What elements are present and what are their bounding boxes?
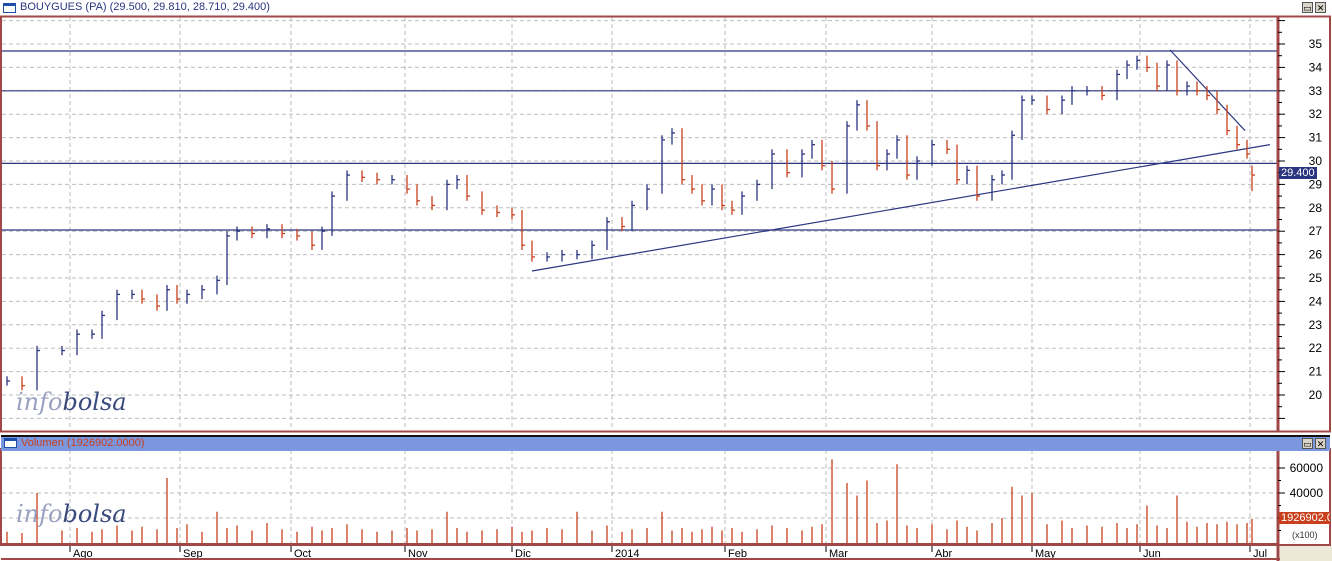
price-axis-label: 33: [1309, 84, 1323, 98]
chart-background: [0, 16, 1332, 561]
current-volume-badge: 1926902.0: [1279, 512, 1330, 524]
chart-canvas: Ago Sep Oct Nov Dic 2014 Feb Mar Abr May Jun Jul202…: [0, 15, 1332, 561]
infobolsa-logo: infobolsa: [16, 388, 127, 416]
price-axis-label: 25: [1309, 271, 1323, 285]
price-axis-label: 32: [1309, 107, 1323, 121]
current-price-badge: 29.400: [1279, 167, 1317, 179]
volume-axis-label: 60000: [1290, 461, 1324, 475]
price-axis-label: 24: [1309, 294, 1323, 308]
volume-title: Volumen (1926902.0000): [21, 437, 145, 449]
volume-axis-label: 40000: [1290, 486, 1324, 500]
volume-unit: (x100): [1292, 530, 1318, 540]
infobolsa-logo-volume: infobolsa: [16, 500, 127, 528]
volume-maximize-button[interactable]: ▭: [1302, 438, 1313, 449]
price-axis-label: 27: [1309, 224, 1323, 238]
price-axis-label: 26: [1309, 248, 1323, 262]
volume-close-button[interactable]: ✕: [1315, 438, 1326, 449]
price-axis-label: 34: [1309, 60, 1323, 74]
volume-panel-header: Volumen (1926902.0000) ▭ ✕: [1, 435, 1330, 451]
price-axis-label: 30: [1309, 154, 1323, 168]
price-axis-label: 22: [1309, 341, 1323, 355]
price-axis-label: 29: [1309, 177, 1323, 191]
price-axis-label: 28: [1309, 201, 1323, 215]
price-axis-label: 35: [1309, 37, 1323, 51]
corner-filler: [1280, 546, 1332, 561]
price-axis-label: 31: [1309, 131, 1323, 145]
price-axis-label: 20: [1309, 388, 1323, 402]
price-axis-label: 23: [1309, 318, 1323, 332]
price-axis-label: 21: [1309, 365, 1323, 379]
window-icon: [4, 438, 17, 448]
